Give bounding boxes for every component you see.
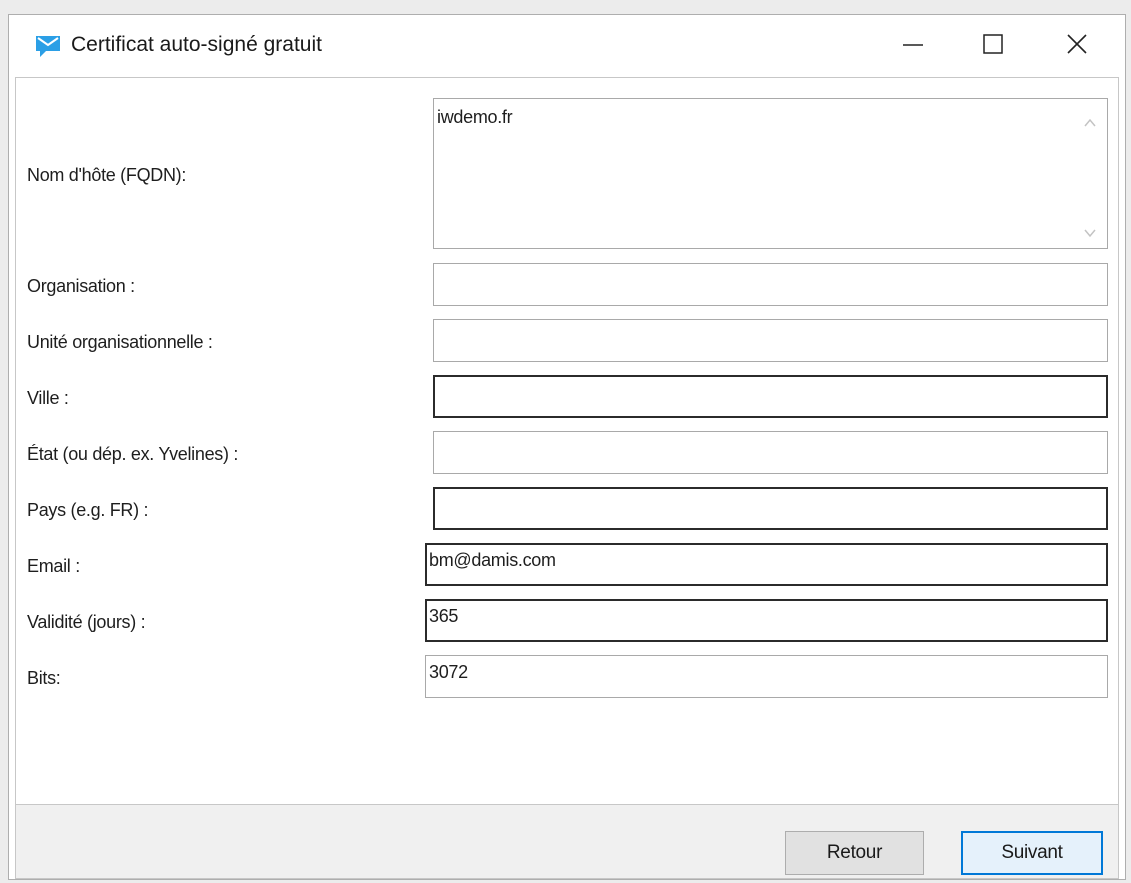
organisation-input[interactable] — [433, 263, 1108, 306]
maximize-button[interactable] — [963, 15, 1023, 77]
close-icon — [1066, 33, 1088, 60]
city-label: Ville : — [27, 388, 69, 408]
next-button[interactable]: Suivant — [961, 831, 1103, 875]
state-input[interactable] — [433, 431, 1108, 474]
hostname-label: Nom d'hôte (FQDN): — [27, 165, 187, 185]
hostname-value: iwdemo.fr — [437, 107, 513, 127]
scroll-down-icon[interactable] — [1083, 223, 1097, 238]
minimize-button[interactable] — [883, 15, 943, 77]
unit-label: Unité organisationnelle : — [27, 332, 213, 352]
hostname-textarea[interactable]: iwdemo.fr — [433, 98, 1108, 249]
state-label: État (ou dép. ex. Yvelines) : — [27, 444, 239, 464]
country-label: Pays (e.g. FR) : — [27, 500, 149, 520]
dialog-window: Certificat auto-signé gratuit Nom d'hôte… — [8, 14, 1126, 880]
city-input[interactable] — [433, 375, 1108, 418]
minimize-icon — [902, 33, 924, 60]
close-button[interactable] — [1047, 15, 1107, 77]
country-input[interactable] — [433, 487, 1108, 530]
bits-label: Bits: — [27, 668, 61, 688]
email-input[interactable]: bm@damis.com — [425, 543, 1108, 586]
email-label: Email : — [27, 556, 80, 576]
organisation-label: Organisation : — [27, 276, 135, 296]
validity-label: Validité (jours) : — [27, 612, 146, 632]
unit-input[interactable] — [433, 319, 1108, 362]
envelope-chat-icon — [34, 34, 62, 60]
scroll-up-icon[interactable] — [1083, 113, 1097, 127]
form-panel: Nom d'hôte (FQDN): iwdemo.fr Organisatio… — [15, 77, 1119, 805]
back-button[interactable]: Retour — [785, 831, 924, 875]
bits-input[interactable]: 3072 — [425, 655, 1108, 698]
maximize-icon — [982, 33, 1004, 60]
window-title: Certificat auto-signé gratuit — [71, 33, 322, 56]
title-bar[interactable]: Certificat auto-signé gratuit — [9, 15, 1125, 77]
button-bar: Retour Suivant — [15, 805, 1119, 879]
validity-input[interactable]: 365 — [425, 599, 1108, 642]
